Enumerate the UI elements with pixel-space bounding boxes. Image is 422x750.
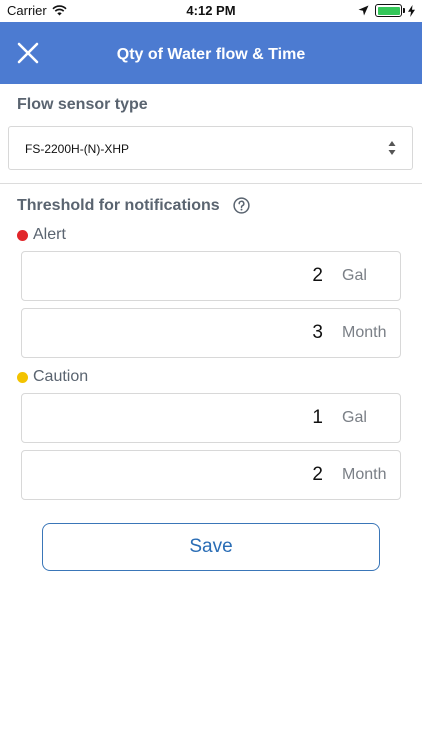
battery-icon	[375, 4, 405, 17]
alert-label: Alert	[17, 226, 66, 244]
alert-status-dot	[17, 229, 28, 241]
caution-period-value: 2	[312, 464, 323, 485]
alert-period-field[interactable]: 3 Month	[21, 308, 401, 358]
status-right	[358, 4, 415, 17]
select-updown-icon	[388, 141, 396, 155]
caution-label: Caution	[17, 368, 88, 386]
alert-label-text: Alert	[33, 226, 66, 243]
alert-quantity-value: 2	[312, 265, 323, 286]
help-circle-icon[interactable]	[233, 197, 250, 214]
alert-quantity-unit: Gal	[342, 267, 367, 284]
location-arrow-icon	[358, 5, 369, 16]
nav-bar: Qty of Water flow & Time	[0, 22, 422, 84]
save-button[interactable]: Save	[42, 523, 380, 571]
caution-quantity-value: 1	[312, 407, 323, 428]
caution-status-dot	[17, 371, 28, 383]
caution-period-unit: Month	[342, 466, 387, 483]
caution-period-field[interactable]: 2 Month	[21, 450, 401, 500]
threshold-label: Threshold for notifications	[17, 197, 220, 214]
caution-quantity-unit: Gal	[342, 409, 367, 426]
charging-bolt-icon	[408, 4, 415, 17]
alert-period-unit: Month	[342, 324, 387, 341]
page-title: Qty of Water flow & Time	[116, 46, 306, 63]
section-divider	[0, 183, 422, 184]
alert-period-value: 3	[312, 322, 323, 343]
caution-label-text: Caution	[33, 368, 89, 385]
status-bar: Carrier 4:12 PM	[0, 0, 422, 22]
flow-sensor-label: Flow sensor type	[17, 96, 148, 113]
battery-level	[377, 6, 400, 15]
caution-quantity-field[interactable]: 1 Gal	[21, 393, 401, 443]
flow-sensor-select[interactable]: FS-2200H-(N)-XHP	[8, 126, 413, 170]
flow-sensor-selected-value: FS-2200H-(N)-XHP	[25, 142, 130, 156]
alert-quantity-field[interactable]: 2 Gal	[21, 251, 401, 301]
